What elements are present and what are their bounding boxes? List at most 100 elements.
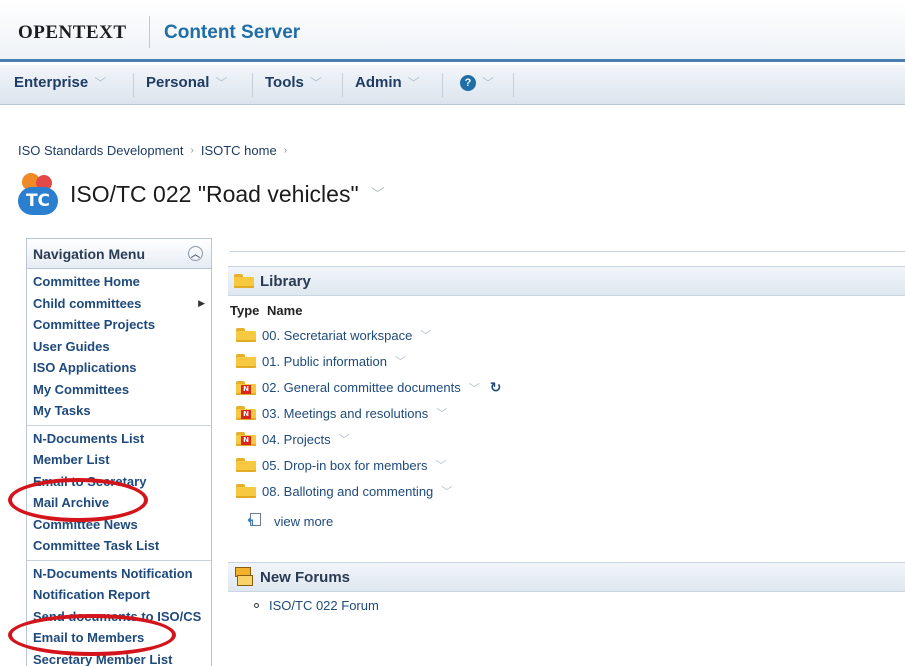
nav-link-committee-home[interactable]: Committee Home xyxy=(33,271,211,293)
nav-link-send-documents[interactable]: Send documents to ISO/CS xyxy=(33,606,211,628)
bullet-icon xyxy=(254,603,259,608)
nav-link-mail-archive[interactable]: Mail Archive xyxy=(33,492,211,514)
chevron-down-icon: ﹀ xyxy=(94,76,107,90)
view-more-label[interactable]: view more xyxy=(274,514,333,529)
page-title: ISO/TC 022 "Road vehicles" xyxy=(70,180,359,207)
nav-link-label: Child committees xyxy=(33,295,142,311)
menu-tools[interactable]: Tools ﹀ xyxy=(265,74,322,91)
product-name: Content Server xyxy=(164,22,301,43)
chevron-down-icon[interactable]: ﹀ xyxy=(371,184,385,204)
view-more-icon: ↰ xyxy=(246,513,264,529)
view-more-link[interactable]: ↰ view more xyxy=(246,513,333,529)
forum-list-item[interactable]: ISO/TC 022 Forum xyxy=(254,598,379,613)
library-row-name[interactable]: 03. Meetings and resolutions xyxy=(262,406,428,421)
chevron-down-icon: ﹀ xyxy=(215,76,228,90)
library-section-header: Library xyxy=(228,266,905,296)
menu-divider xyxy=(252,73,253,97)
brand-logo: OPENTEXT xyxy=(18,22,127,43)
nav-link-my-committees[interactable]: My Committees xyxy=(33,379,211,401)
chevron-down-icon: ﹀ xyxy=(309,76,322,90)
collapse-icon[interactable]: ︿ xyxy=(188,246,203,261)
nav-link-committee-projects[interactable]: Committee Projects xyxy=(33,314,211,336)
library-column-headers: Type Name xyxy=(230,303,302,318)
library-row[interactable]: N 02. General committee documents ﹀ ↻ xyxy=(236,379,501,396)
nav-link-n-documents-list[interactable]: N-Documents List xyxy=(33,428,211,450)
library-row-name[interactable]: 05. Drop-in box for members xyxy=(262,458,427,473)
library-row-name[interactable]: 02. General committee documents xyxy=(262,380,461,395)
n-folder-icon: N xyxy=(236,432,256,446)
menu-enterprise[interactable]: Enterprise ﹀ xyxy=(14,74,106,91)
n-folder-icon: N xyxy=(236,380,256,395)
menu-personal[interactable]: Personal ﹀ xyxy=(146,74,227,91)
menu-divider xyxy=(442,73,443,97)
folder-icon xyxy=(236,354,256,368)
library-row-name[interactable]: 08. Balloting and commenting xyxy=(262,484,433,499)
nav-link-notification-report[interactable]: Notification Report xyxy=(33,584,211,606)
menu-admin-label: Admin xyxy=(355,74,402,91)
nav-group: N-Documents Notification Notification Re… xyxy=(27,561,211,666)
forum-icon xyxy=(234,567,254,587)
menu-help[interactable]: ? ﹀ xyxy=(460,74,494,91)
navigation-menu-title: Navigation Menu xyxy=(33,245,146,262)
chevron-down-icon[interactable]: ﹀ xyxy=(420,327,431,343)
nav-link-secretary-member-list[interactable]: Secretary Member List xyxy=(33,649,211,666)
nav-link-user-guides[interactable]: User Guides xyxy=(33,336,211,358)
nav-link-member-list[interactable]: Member List xyxy=(33,449,211,471)
library-row[interactable]: 01. Public information ﹀ xyxy=(236,353,406,369)
library-row-name[interactable]: 01. Public information xyxy=(262,354,387,369)
library-row-name[interactable]: 00. Secretariat workspace xyxy=(262,328,412,343)
top-header: OPENTEXT Content Server xyxy=(0,0,905,62)
n-folder-icon: N xyxy=(236,406,256,420)
menu-divider xyxy=(513,73,514,97)
nav-group: Committee Home Child committees ▶ Commit… xyxy=(27,269,211,426)
chevron-down-icon[interactable]: ﹀ xyxy=(395,353,406,369)
brand-divider xyxy=(149,16,150,48)
folder-icon xyxy=(236,458,256,472)
nav-link-child-committees[interactable]: Child committees ▶ xyxy=(33,293,211,315)
navigation-menu: Navigation Menu ︿ Committee Home Child c… xyxy=(26,238,212,666)
chevron-down-icon[interactable]: ﹀ xyxy=(469,380,480,396)
column-header-name[interactable]: Name xyxy=(267,303,302,318)
chevron-down-icon[interactable]: ﹀ xyxy=(441,483,452,499)
chevron-down-icon[interactable]: ﹀ xyxy=(339,431,350,447)
main-menu-bar: Enterprise ﹀ Personal ﹀ Tools ﹀ Admin ﹀ … xyxy=(0,65,905,105)
menu-personal-label: Personal xyxy=(146,74,210,91)
content-divider xyxy=(230,251,905,252)
nav-link-committee-task-list[interactable]: Committee Task List xyxy=(33,535,211,557)
nav-group: N-Documents List Member List Email to Se… xyxy=(27,426,211,561)
library-row[interactable]: N 03. Meetings and resolutions ﹀ xyxy=(236,405,447,421)
menu-tools-label: Tools xyxy=(265,74,304,91)
nav-link-iso-applications[interactable]: ISO Applications xyxy=(33,357,211,379)
navigation-menu-header: Navigation Menu ︿ xyxy=(27,239,211,269)
folder-icon xyxy=(236,328,256,342)
library-row[interactable]: 05. Drop-in box for members ﹀ xyxy=(236,457,446,473)
nav-link-email-to-members[interactable]: Email to Members xyxy=(33,627,211,649)
chevron-down-icon[interactable]: ﹀ xyxy=(436,405,447,421)
nav-link-n-documents-notification[interactable]: N-Documents Notification xyxy=(33,563,211,585)
nav-link-committee-news[interactable]: Committee News xyxy=(33,514,211,536)
chevron-down-icon[interactable]: ﹀ xyxy=(435,457,446,473)
page-title-row: TC ISO/TC 022 "Road vehicles" ﹀ xyxy=(18,173,385,215)
menu-admin[interactable]: Admin ﹀ xyxy=(355,74,420,91)
column-header-type[interactable]: Type xyxy=(230,303,259,318)
nav-link-my-tasks[interactable]: My Tasks xyxy=(33,400,211,422)
menu-enterprise-label: Enterprise xyxy=(14,74,89,91)
folder-icon xyxy=(236,484,256,498)
refresh-icon[interactable]: ↻ xyxy=(490,379,502,396)
forum-link[interactable]: ISO/TC 022 Forum xyxy=(269,598,379,613)
forums-section-header: New Forums xyxy=(228,562,905,592)
library-row[interactable]: 00. Secretariat workspace ﹀ xyxy=(236,327,431,343)
chevron-right-icon: › xyxy=(190,145,194,156)
breadcrumb-item[interactable]: ISOTC home xyxy=(201,143,277,158)
forums-title: New Forums xyxy=(260,568,351,586)
breadcrumb-item[interactable]: ISO Standards Development xyxy=(18,143,183,158)
library-row-name[interactable]: 04. Projects xyxy=(262,432,331,447)
committee-logo-icon: TC xyxy=(18,173,62,215)
chevron-down-icon: ﹀ xyxy=(407,76,420,90)
breadcrumb: ISO Standards Development › ISOTC home › xyxy=(18,143,294,158)
chevron-down-icon: ﹀ xyxy=(482,76,495,90)
nav-link-email-to-secretary[interactable]: Email to Secretary xyxy=(33,471,211,493)
library-row[interactable]: 08. Balloting and commenting ﹀ xyxy=(236,483,452,499)
help-icon: ? xyxy=(460,74,476,91)
library-row[interactable]: N 04. Projects ﹀ xyxy=(236,431,350,447)
